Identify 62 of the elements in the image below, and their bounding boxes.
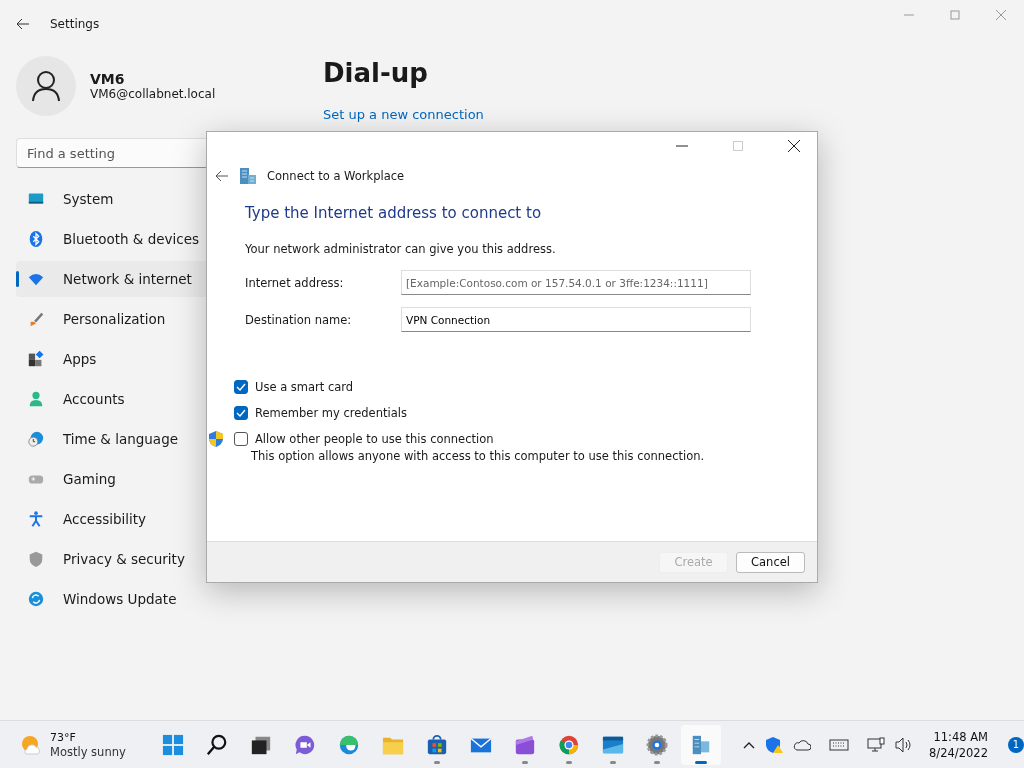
setup-link[interactable]: Set up a new connection bbox=[323, 107, 484, 122]
weather-temperature[interactable]: 73°F bbox=[50, 729, 126, 745]
gear-icon bbox=[646, 733, 669, 756]
page-title: Dial-up bbox=[323, 58, 429, 88]
checkbox[interactable] bbox=[234, 432, 248, 446]
checkbox[interactable] bbox=[234, 406, 248, 420]
shield-icon bbox=[27, 550, 45, 568]
sync-icon bbox=[27, 590, 45, 608]
checkbox-label[interactable]: Remember my credentials bbox=[255, 406, 407, 420]
back-arrow-icon[interactable] bbox=[215, 170, 229, 182]
dialog-heading: Type the Internet address to connect to bbox=[245, 204, 543, 222]
start-icon bbox=[162, 733, 185, 756]
nav-item[interactable]: Time & language bbox=[16, 421, 246, 457]
sun-cloud-icon bbox=[20, 733, 42, 756]
store-icon bbox=[426, 733, 449, 756]
accessibility-icon bbox=[27, 510, 45, 528]
nav-item[interactable]: System bbox=[16, 181, 246, 217]
bluetooth-icon bbox=[27, 230, 45, 248]
person-icon bbox=[27, 390, 45, 408]
text-field[interactable]: [Example:Contoso.com or 157.54.0.1 or 3ffe:1234::1111] bbox=[401, 270, 751, 295]
chevron-up-icon[interactable] bbox=[743, 740, 756, 749]
apps-icon bbox=[27, 350, 45, 368]
person-icon bbox=[31, 70, 61, 102]
checkbox-label[interactable]: Allow other people to use this connection bbox=[255, 432, 494, 446]
speaker-icon[interactable] bbox=[895, 736, 914, 753]
cloud-icon[interactable] bbox=[793, 738, 812, 751]
maximize-icon bbox=[733, 141, 743, 151]
notification-badge[interactable]: 1 bbox=[1008, 736, 1024, 753]
checkbox[interactable] bbox=[234, 380, 248, 394]
nav-item[interactable]: Privacy & security bbox=[16, 541, 246, 577]
chat-icon bbox=[294, 733, 317, 756]
keyboard-icon[interactable] bbox=[829, 737, 850, 752]
user-name: VM6 bbox=[90, 71, 126, 87]
clock-date[interactable]: 8/24/2022 bbox=[929, 744, 988, 761]
checkbox-label[interactable]: Use a smart card bbox=[255, 380, 354, 394]
buildings-icon bbox=[239, 167, 257, 185]
nav-item[interactable]: Gaming bbox=[16, 461, 246, 497]
nav-item[interactable]: Apps bbox=[16, 341, 246, 377]
clock-time[interactable]: 11:48 AM bbox=[929, 728, 988, 745]
dialog-title: Connect to a Workplace bbox=[267, 169, 405, 183]
text-field[interactable]: VPN Connection bbox=[401, 307, 751, 332]
network-icon[interactable] bbox=[867, 736, 886, 753]
chrome-icon bbox=[558, 733, 581, 756]
dialog-button[interactable]: Cancel bbox=[736, 551, 805, 573]
search-icon bbox=[206, 733, 229, 756]
app-title: Settings bbox=[50, 17, 100, 31]
globe-clock-icon bbox=[27, 430, 45, 448]
nav-item[interactable]: Personalization bbox=[16, 301, 246, 337]
intro-text: Your network administrator can give you this address. bbox=[245, 242, 557, 256]
nav-item[interactable]: Bluetooth & devices bbox=[16, 221, 246, 257]
nav-item[interactable]: Accounts bbox=[16, 381, 246, 417]
field-label: Internet address: bbox=[245, 275, 345, 290]
shield-warning-icon[interactable] bbox=[765, 735, 784, 754]
weather-condition[interactable]: Mostly sunny bbox=[50, 744, 126, 760]
nav-item[interactable]: Windows Update bbox=[16, 581, 246, 617]
user-email: VM6@collabnet.local bbox=[90, 87, 216, 101]
option-note: This option allows anyone with access to this computer to use this connection. bbox=[251, 449, 706, 463]
video-editor-icon bbox=[514, 733, 537, 756]
close-icon[interactable] bbox=[788, 140, 800, 152]
field-label: Destination name: bbox=[245, 312, 353, 327]
back-arrow-icon[interactable] bbox=[16, 18, 30, 30]
nav-item[interactable]: Accessibility bbox=[16, 501, 246, 537]
